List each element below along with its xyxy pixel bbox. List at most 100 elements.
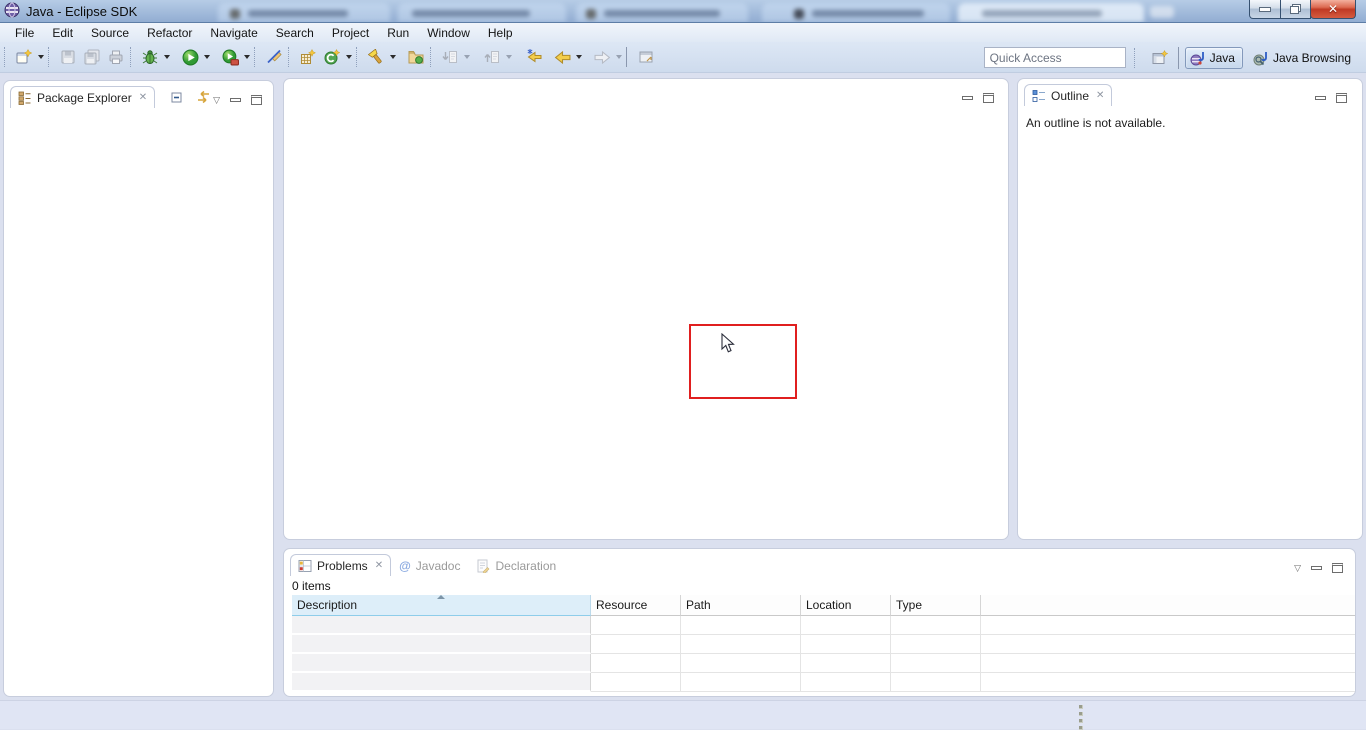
tab-declaration[interactable]: Declaration bbox=[468, 555, 564, 576]
minimize-editor-icon[interactable] bbox=[962, 96, 973, 100]
last-editor-button[interactable] bbox=[634, 45, 658, 69]
package-explorer-icon bbox=[18, 91, 32, 105]
save-button[interactable] bbox=[56, 45, 80, 69]
next-annotation-icon bbox=[442, 49, 458, 65]
open-task-button[interactable] bbox=[404, 45, 428, 69]
close-tab-icon[interactable]: ✕ bbox=[139, 93, 147, 103]
menu-window[interactable]: Window bbox=[418, 24, 479, 42]
menu-source[interactable]: Source bbox=[82, 24, 138, 42]
menu-file[interactable]: File bbox=[6, 24, 43, 42]
tab-label: Problems bbox=[317, 559, 368, 573]
run-dropdown-arrow[interactable] bbox=[204, 55, 210, 59]
new-java-project-icon bbox=[300, 49, 316, 65]
javadoc-icon: @ bbox=[399, 559, 411, 573]
java-browsing-perspective-icon bbox=[1253, 50, 1269, 66]
run-icon bbox=[182, 49, 199, 66]
menu-search[interactable]: Search bbox=[267, 24, 323, 42]
outline-icon bbox=[1032, 89, 1046, 103]
new-dropdown-arrow[interactable] bbox=[38, 55, 44, 59]
problems-header: Problems ✕ @ Javadoc Declaration ▽ bbox=[284, 549, 1355, 576]
menu-edit[interactable]: Edit bbox=[43, 24, 82, 42]
open-task-folder-icon bbox=[408, 49, 424, 65]
maximize-editor-icon[interactable] bbox=[983, 93, 994, 103]
debug-dropdown-arrow[interactable] bbox=[164, 55, 170, 59]
menu-bar: File Edit Source Refactor Navigate Searc… bbox=[0, 23, 1366, 42]
back-button[interactable] bbox=[550, 45, 574, 69]
column-header-location[interactable]: Location bbox=[801, 595, 891, 616]
menu-refactor[interactable]: Refactor bbox=[138, 24, 201, 42]
minimize-view-icon[interactable] bbox=[230, 98, 241, 102]
maximize-view-icon[interactable] bbox=[251, 95, 262, 105]
eclipse-logo-icon bbox=[4, 2, 20, 21]
forward-button[interactable] bbox=[590, 45, 614, 69]
forward-dropdown-arrow[interactable] bbox=[616, 55, 622, 59]
status-bar bbox=[0, 700, 1366, 729]
menu-help[interactable]: Help bbox=[479, 24, 522, 42]
perspective-java-button[interactable]: Java bbox=[1185, 47, 1243, 69]
close-tab-icon[interactable]: ✕ bbox=[1096, 91, 1104, 101]
menu-navigate[interactable]: Navigate bbox=[201, 24, 266, 42]
open-perspective-button[interactable] bbox=[1148, 46, 1172, 70]
toolbar-grip bbox=[4, 47, 8, 67]
column-header-description[interactable]: Description bbox=[292, 595, 591, 616]
tab-package-explorer[interactable]: Package Explorer ✕ bbox=[10, 86, 155, 108]
background-tab bbox=[762, 3, 950, 22]
statusbar-grip-handle[interactable] bbox=[1079, 705, 1083, 730]
background-tab bbox=[398, 3, 566, 22]
column-header-path[interactable]: Path bbox=[681, 595, 801, 616]
tab-outline[interactable]: Outline ✕ bbox=[1024, 84, 1112, 106]
new-java-project-button[interactable] bbox=[296, 45, 320, 69]
previous-annotation-button[interactable] bbox=[480, 45, 504, 69]
background-tab bbox=[958, 3, 1144, 22]
maximize-view-icon[interactable] bbox=[1332, 563, 1343, 573]
java-perspective-icon bbox=[1190, 50, 1206, 66]
close-button[interactable]: ✕ bbox=[1310, 0, 1356, 19]
restore-button[interactable] bbox=[1280, 0, 1311, 19]
minimize-view-icon[interactable] bbox=[1311, 566, 1322, 570]
debug-button[interactable] bbox=[138, 45, 162, 69]
last-edit-location-button[interactable] bbox=[522, 45, 546, 69]
external-tools-icon bbox=[222, 49, 239, 66]
close-tab-icon[interactable]: ✕ bbox=[375, 561, 383, 571]
save-all-icon bbox=[84, 49, 100, 65]
minimize-view-icon[interactable] bbox=[1315, 96, 1326, 100]
back-dropdown-arrow[interactable] bbox=[576, 55, 582, 59]
perspective-java-browsing-button[interactable]: Java Browsing bbox=[1249, 48, 1358, 68]
print-button[interactable] bbox=[104, 45, 128, 69]
new-class-button[interactable] bbox=[320, 45, 344, 69]
view-menu-icon[interactable]: ▽ bbox=[213, 96, 220, 105]
next-annotation-button[interactable] bbox=[438, 45, 462, 69]
menu-project[interactable]: Project bbox=[323, 24, 378, 42]
package-explorer-content[interactable] bbox=[4, 108, 273, 688]
tab-javadoc[interactable]: @ Javadoc bbox=[391, 555, 468, 576]
tab-problems[interactable]: Problems ✕ bbox=[290, 554, 391, 576]
minimize-button[interactable] bbox=[1249, 0, 1281, 19]
sort-ascending-icon bbox=[437, 595, 445, 599]
column-header-resource[interactable]: Resource bbox=[591, 595, 681, 616]
external-tools-dropdown-arrow[interactable] bbox=[244, 55, 250, 59]
previous-annotation-dropdown-arrow[interactable] bbox=[506, 55, 512, 59]
maximize-view-icon[interactable] bbox=[1336, 93, 1347, 103]
editor-area[interactable] bbox=[283, 78, 1009, 540]
link-with-editor-button[interactable] bbox=[193, 88, 213, 106]
next-annotation-dropdown-arrow[interactable] bbox=[464, 55, 470, 59]
declaration-icon bbox=[476, 559, 490, 573]
mark-occurrences-button[interactable] bbox=[262, 45, 286, 69]
minimize-icon bbox=[1259, 7, 1271, 12]
search-dropdown-arrow[interactable] bbox=[390, 55, 396, 59]
table-row bbox=[292, 673, 1355, 692]
run-button[interactable] bbox=[178, 45, 202, 69]
toolbar-separator bbox=[48, 47, 52, 67]
external-tools-button[interactable] bbox=[218, 45, 242, 69]
save-all-button[interactable] bbox=[80, 45, 104, 69]
search-button[interactable] bbox=[364, 45, 388, 69]
column-header-type[interactable]: Type bbox=[891, 595, 981, 616]
view-menu-icon[interactable]: ▽ bbox=[1294, 564, 1301, 573]
new-class-dropdown-arrow[interactable] bbox=[346, 55, 352, 59]
new-wizard-button[interactable] bbox=[12, 45, 36, 69]
menu-run[interactable]: Run bbox=[378, 24, 418, 42]
quick-access-input[interactable] bbox=[984, 47, 1126, 68]
collapse-all-button[interactable] bbox=[167, 88, 187, 106]
outline-header: Outline ✕ bbox=[1018, 79, 1362, 106]
title-bar[interactable]: Java - Eclipse SDK ✕ bbox=[0, 0, 1366, 23]
